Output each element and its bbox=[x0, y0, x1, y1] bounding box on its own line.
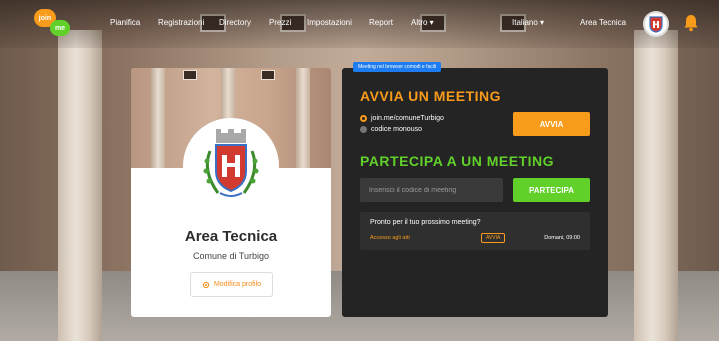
cover-column bbox=[151, 68, 165, 168]
join-meeting-heading: PARTECIPA A UN MEETING bbox=[360, 153, 555, 169]
nav-registrazioni[interactable]: Registrazioni bbox=[158, 18, 204, 27]
nav-pianifica[interactable]: Pianifica bbox=[110, 18, 140, 27]
meeting-panel: AVVIA UN MEETING join.me/comuneTurbigo c… bbox=[342, 68, 608, 317]
upcoming-start-button[interactable]: AVVIA bbox=[481, 233, 506, 243]
option-personal-link-label: join.me/comuneTurbigo bbox=[371, 115, 444, 122]
meeting-code-input[interactable] bbox=[360, 178, 503, 202]
language-select[interactable]: Italiano ▾ bbox=[512, 18, 544, 27]
avatar[interactable] bbox=[643, 11, 669, 37]
feature-tooltip: Meeting nel browser comodi e facili bbox=[353, 62, 442, 72]
cover-window bbox=[261, 70, 275, 80]
logo-me-bubble: me bbox=[50, 20, 70, 36]
cover-column bbox=[296, 68, 310, 168]
option-personal-link[interactable]: join.me/comuneTurbigo bbox=[360, 115, 444, 122]
nav-impostazioni[interactable]: Impostazioni bbox=[307, 18, 352, 27]
option-one-time-code[interactable]: codice monouso bbox=[360, 126, 422, 133]
profile-card: Area Tecnica Comune di Turbigo Modifica … bbox=[131, 68, 331, 317]
crest-icon bbox=[649, 16, 663, 33]
upcoming-meeting-card: Pronto per il tuo prossimo meeting? Acce… bbox=[360, 212, 590, 250]
upcoming-meeting-link[interactable]: Accesso agli atti bbox=[370, 235, 410, 241]
left-column bbox=[58, 30, 102, 341]
upcoming-time: Domani, 09:00 bbox=[544, 235, 580, 241]
profile-name: Area Tecnica bbox=[184, 228, 278, 245]
start-meeting-button[interactable]: AVVIA bbox=[513, 112, 590, 136]
bell-icon[interactable] bbox=[683, 14, 699, 32]
radio-unselected-icon[interactable] bbox=[360, 126, 367, 133]
coat-of-arms-icon bbox=[203, 129, 259, 197]
join-meeting-button[interactable]: PARTECIPA bbox=[513, 178, 590, 202]
nav-prezzi[interactable]: Prezzi bbox=[269, 18, 291, 27]
edit-profile-label: Modifica profilo bbox=[213, 281, 262, 288]
nav-report[interactable]: Report bbox=[369, 18, 393, 27]
start-meeting-heading: AVVIA UN MEETING bbox=[360, 88, 502, 104]
radio-selected-icon[interactable] bbox=[360, 115, 367, 122]
right-column bbox=[634, 30, 678, 341]
top-nav: join me Pianifica Registrazioni Director… bbox=[0, 0, 719, 48]
municipality-crest bbox=[185, 120, 277, 212]
joinme-logo[interactable]: join me bbox=[34, 9, 74, 37]
upcoming-title: Pronto per il tuo prossimo meeting? bbox=[370, 219, 481, 226]
nav-directory[interactable]: Directory bbox=[219, 18, 251, 27]
nav-altro-dropdown[interactable]: Altro ▾ bbox=[411, 18, 434, 27]
user-name[interactable]: Area Tecnica bbox=[580, 18, 626, 27]
option-one-time-code-label: codice monouso bbox=[371, 126, 422, 133]
cover-window bbox=[183, 70, 197, 80]
gear-icon bbox=[202, 281, 210, 288]
profile-subtitle: Comune di Turbigo bbox=[192, 251, 270, 261]
edit-profile-button[interactable]: Modifica profilo bbox=[190, 272, 273, 297]
